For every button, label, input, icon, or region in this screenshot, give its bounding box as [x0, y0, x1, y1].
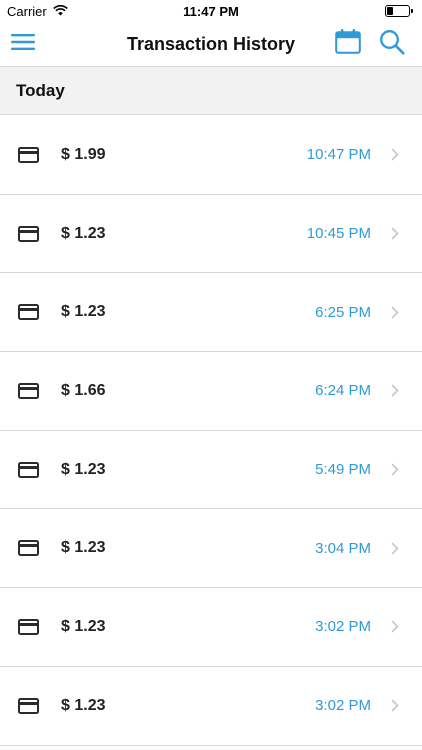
chevron-right-icon	[390, 384, 400, 398]
menu-button[interactable]	[7, 28, 39, 60]
credit-card-icon	[17, 146, 39, 164]
transaction-row[interactable]: $ 1.23 3:02 PM	[0, 667, 422, 746]
transaction-amount: $ 1.23	[61, 460, 106, 478]
transaction-row[interactable]: $ 1.23 6:25 PM	[0, 273, 422, 353]
battery-fill	[387, 7, 394, 15]
transaction-row[interactable]: $ 1.23 3:04 PM	[0, 509, 422, 589]
credit-card-icon	[17, 539, 39, 557]
credit-card-icon	[17, 461, 39, 479]
transaction-time: 6:24 PM	[315, 382, 371, 400]
search-button[interactable]	[376, 28, 408, 60]
transaction-amount: $ 1.23	[61, 224, 106, 242]
transaction-amount: $ 1.23	[61, 539, 106, 557]
transaction-amount: $ 1.23	[61, 303, 106, 321]
transaction-list: $ 1.99 10:47 PM $ 1.23 10:45 PM $ 1.23 6…	[0, 116, 422, 746]
credit-card-icon	[17, 697, 39, 715]
transaction-row[interactable]: $ 1.23 5:49 PM	[0, 431, 422, 510]
chevron-right-icon	[390, 699, 400, 713]
transaction-time: 10:47 PM	[306, 146, 371, 164]
transaction-row[interactable]: $ 1.99 10:47 PM	[0, 116, 422, 195]
wifi-icon	[52, 4, 68, 19]
chevron-right-icon	[390, 148, 400, 162]
nav-bar: Transaction History	[0, 22, 422, 67]
transaction-time: 3:04 PM	[315, 539, 371, 557]
hamburger-icon	[11, 33, 35, 56]
transaction-time: 6:25 PM	[315, 303, 371, 321]
transaction-time: 3:02 PM	[315, 697, 371, 715]
chevron-right-icon	[390, 305, 400, 319]
battery-icon	[385, 5, 413, 17]
chevron-right-icon	[390, 620, 400, 634]
chevron-right-icon	[390, 227, 400, 241]
transaction-row[interactable]: $ 1.66 6:24 PM	[0, 352, 422, 431]
section-header-today: Today	[0, 67, 422, 115]
transaction-row[interactable]: $ 1.23 3:02 PM	[0, 588, 422, 667]
section-title: Today	[16, 80, 65, 100]
credit-card-icon	[17, 382, 39, 400]
transaction-time: 3:02 PM	[315, 618, 371, 636]
calendar-icon	[335, 29, 361, 59]
transaction-time: 5:49 PM	[315, 461, 371, 479]
status-left: Carrier	[7, 4, 68, 19]
status-bar: Carrier 11:47 PM	[0, 0, 422, 22]
transaction-time: 10:45 PM	[306, 225, 371, 243]
chevron-right-icon	[390, 541, 400, 555]
chevron-right-icon	[390, 463, 400, 477]
credit-card-icon	[17, 618, 39, 636]
page-title: Transaction History	[126, 33, 296, 54]
transaction-amount: $ 1.66	[61, 381, 106, 399]
transaction-amount: $ 1.23	[61, 696, 106, 714]
credit-card-icon	[17, 225, 39, 243]
credit-card-icon	[17, 303, 39, 321]
search-icon	[379, 29, 405, 60]
carrier-label: Carrier	[7, 3, 47, 19]
transaction-row[interactable]: $ 1.23 10:45 PM	[0, 195, 422, 274]
transaction-amount: $ 1.99	[61, 145, 106, 163]
calendar-button[interactable]	[332, 28, 364, 60]
transaction-amount: $ 1.23	[61, 617, 106, 635]
